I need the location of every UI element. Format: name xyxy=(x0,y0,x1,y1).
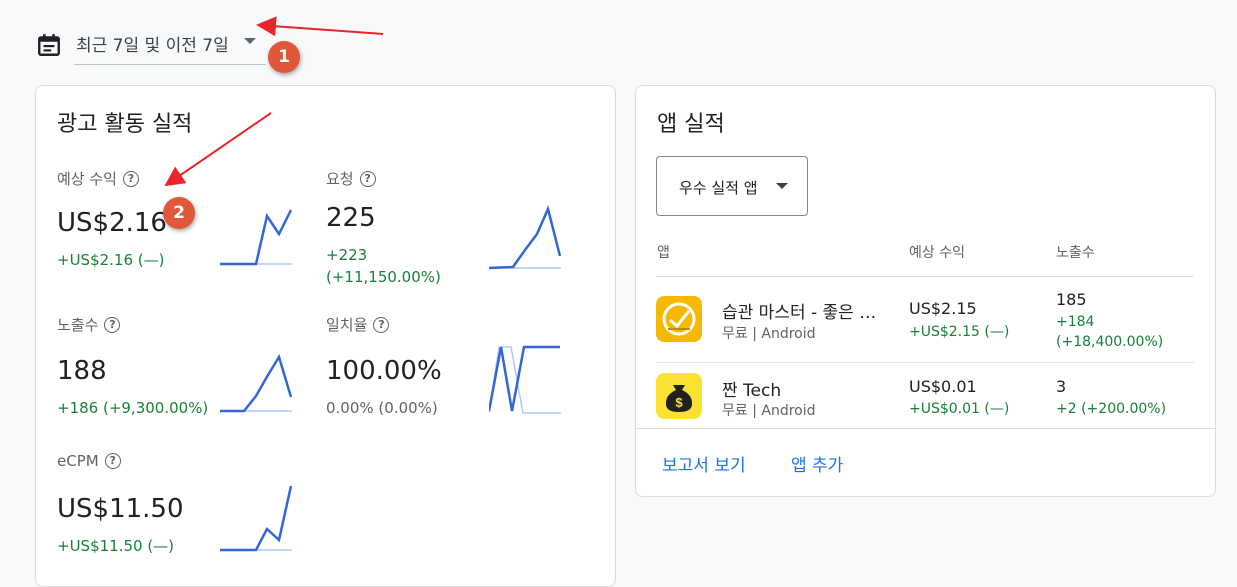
metric-delta-impressions: +186 (+9,300.00%) xyxy=(57,399,209,417)
metric-delta-revenue: +US$2.16 (—) xyxy=(57,251,165,269)
app-name[interactable]: 습관 마스터 - 좋은 … xyxy=(722,298,876,323)
metric-value-match-rate: 100.00% xyxy=(326,356,442,386)
column-header-revenue[interactable]: 예상 수익 xyxy=(909,242,965,262)
impressions-delta: +2 (+200.00%) xyxy=(1056,401,1167,417)
revenue-value: US$2.15 xyxy=(909,299,977,318)
dropdown-caret-icon[interactable] xyxy=(244,38,256,44)
help-icon[interactable]: ? xyxy=(359,170,376,187)
card-title: 광고 활동 실적 xyxy=(57,112,193,137)
divider xyxy=(636,428,1215,429)
money-bag-icon: $ xyxy=(656,373,702,419)
annotation-arrow xyxy=(256,16,384,37)
app-performance-card: 앱 실적 우수 실적 앱 앱 예상 수익 노출수 습관 마스터 - 좋은 … 무… xyxy=(635,85,1216,497)
revenue-delta: +US$2.15 (—) xyxy=(909,324,1010,340)
card-title: 앱 실적 xyxy=(657,112,725,137)
metric-delta-ecpm: +US$11.50 (—) xyxy=(57,537,175,555)
calendar-icon xyxy=(38,34,60,56)
date-underline xyxy=(74,64,266,65)
impressions-value: 3 xyxy=(1056,377,1067,396)
metric-label-impressions: 노출수 ? xyxy=(57,314,121,335)
sparkline-impressions xyxy=(220,353,292,413)
sparkline-revenue xyxy=(220,209,292,266)
help-icon[interactable]: ? xyxy=(104,316,121,333)
metric-label-revenue: 예상 수익 ? xyxy=(57,168,139,189)
metric-value-requests: 225 xyxy=(326,203,376,233)
ad-performance-card: 광고 활동 실적 예상 수익 ? US$2.16 +US$2.16 (—) 요청… xyxy=(35,85,616,587)
sparkline-match-rate xyxy=(489,345,561,414)
app-name[interactable]: 짠 Tech xyxy=(722,376,781,401)
metric-label-ecpm: eCPM ? xyxy=(57,452,121,470)
svg-text:$: $ xyxy=(675,395,683,410)
help-icon[interactable]: ? xyxy=(104,453,121,469)
impressions-value: 185 xyxy=(1056,290,1087,309)
chevron-down-icon xyxy=(776,183,788,189)
column-header-impressions[interactable]: 노출수 xyxy=(1056,242,1095,262)
app-platform: 무료 | Android xyxy=(722,403,816,419)
annotation-badge-1: 1 xyxy=(268,41,300,73)
date-range-label: 최근 7일 및 이전 7일 xyxy=(76,36,229,56)
metric-value-ecpm: US$11.50 xyxy=(57,494,184,524)
sparkline-ecpm xyxy=(220,485,292,552)
metric-label-match-rate: 일치율 ? xyxy=(326,314,390,335)
table-row[interactable]: $ 짠 Tech 무료 | Android US$0.01 +US$0.01 (… xyxy=(636,363,1215,427)
metric-label-requests: 요청 ? xyxy=(326,168,376,189)
select-label: 우수 실적 앱 xyxy=(679,179,758,197)
metric-delta-requests: +223 (+11,150.00%) xyxy=(326,246,441,286)
table-row[interactable]: 습관 마스터 - 좋은 … 무료 | Android US$2.15 +US$2… xyxy=(636,277,1215,361)
revenue-value: US$0.01 xyxy=(909,377,977,396)
sparkline-requests xyxy=(489,205,561,270)
app-platform: 무료 | Android xyxy=(722,326,816,342)
help-icon[interactable]: ? xyxy=(122,170,139,187)
help-icon[interactable]: ? xyxy=(373,316,390,333)
annotation-badge-2: 2 xyxy=(163,197,195,229)
date-range-picker[interactable]: 최근 7일 및 이전 7일 xyxy=(36,28,268,66)
metric-delta-match-rate: 0.00% (0.00%) xyxy=(326,399,438,417)
impressions-delta: +184 (+18,400.00%) xyxy=(1056,314,1164,350)
column-header-app: 앱 xyxy=(657,245,670,261)
habit-master-icon xyxy=(656,296,702,342)
top-apps-select[interactable]: 우수 실적 앱 xyxy=(656,156,808,216)
view-report-link[interactable]: 보고서 보기 xyxy=(662,451,746,476)
metric-value-impressions: 188 xyxy=(57,356,107,386)
add-app-link[interactable]: 앱 추가 xyxy=(791,451,843,476)
revenue-delta: +US$0.01 (—) xyxy=(909,401,1010,417)
metric-value-revenue: US$2.16 xyxy=(57,208,167,238)
